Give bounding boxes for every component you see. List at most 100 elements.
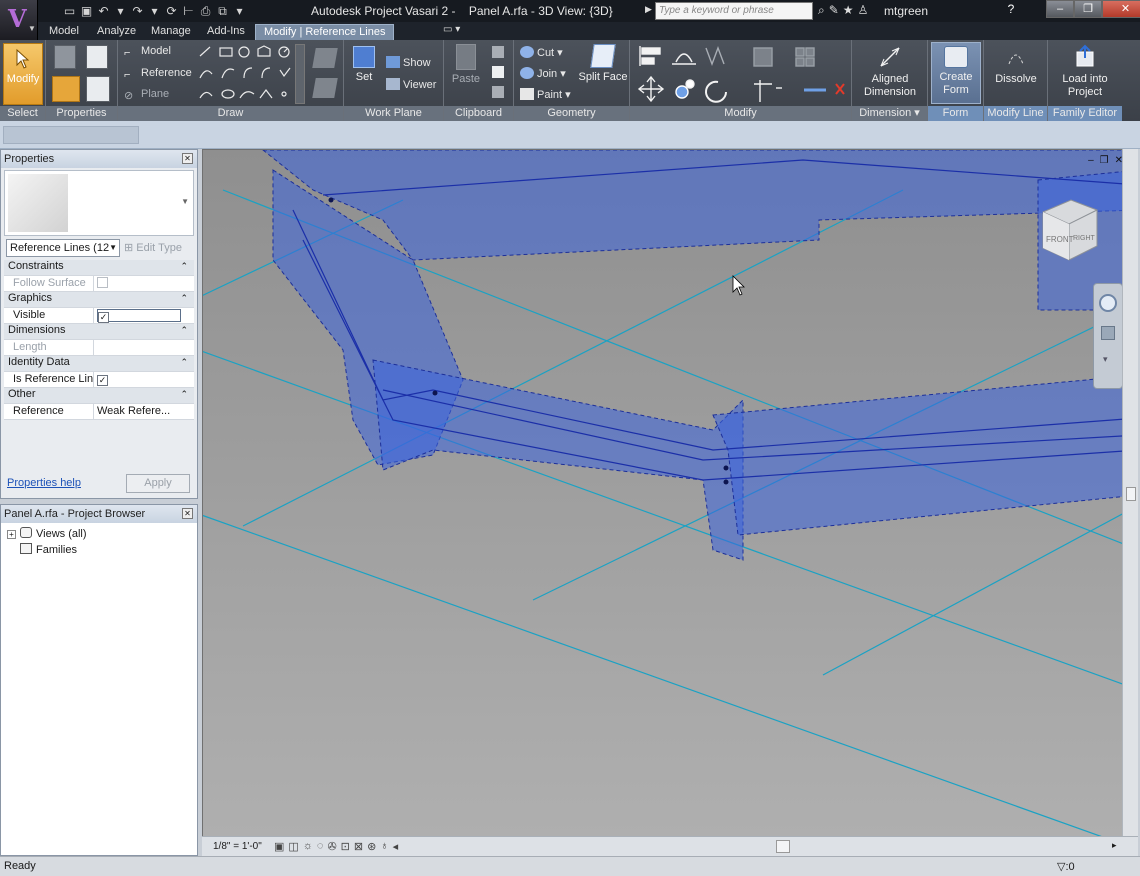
properties-help-link[interactable]: Properties help [7, 477, 81, 489]
measure-icon[interactable]: ⊢ [181, 3, 196, 19]
paint-button[interactable]: Paint ▾ [520, 88, 571, 101]
tree-item-families[interactable]: Families [20, 543, 77, 556]
load-into-project-button[interactable]: Load into Project [1052, 44, 1118, 99]
split-face-button[interactable]: Split Face [578, 44, 628, 84]
collapse-icon[interactable]: ⌃ [180, 293, 188, 304]
collapse-icon[interactable]: ⌃ [180, 261, 188, 272]
draw-model-line-button[interactable]: ⌐ Model [124, 45, 171, 59]
show-work-plane-button[interactable]: Show [386, 56, 431, 69]
horizontal-scroll-thumb[interactable] [776, 840, 790, 853]
render-icon[interactable]: ✇ [327, 840, 336, 853]
model-canvas[interactable] [203, 150, 1138, 856]
join-geometry-button[interactable]: Join ▾ [520, 67, 566, 80]
follow-surface-checkbox[interactable] [97, 277, 108, 288]
scroll-left-icon[interactable]: ◂ [393, 840, 399, 853]
visible-field[interactable]: ✓ [97, 309, 181, 323]
options-bar-field[interactable] [3, 126, 139, 144]
search-expand-icon[interactable]: ▶ [645, 4, 652, 15]
dimension-panel-label[interactable]: Dimension ▾ [852, 106, 927, 121]
customize-qat-icon[interactable]: ▾ [232, 3, 247, 19]
tab-modify-reference-lines[interactable]: Modify | Reference Lines [255, 24, 395, 40]
application-menu-button[interactable]: V ▼ [0, 0, 38, 40]
modify-tools[interactable] [636, 44, 848, 104]
tab-manage[interactable]: Manage [143, 24, 199, 40]
selection-filter-dropdown[interactable]: Reference Lines (12 ▼ [6, 239, 120, 257]
is-reference-line-checkbox[interactable]: ✓ [97, 375, 108, 386]
redo-dropdown-icon[interactable]: ▾ [147, 3, 162, 19]
user-name[interactable]: mtgreen [884, 4, 928, 18]
open-icon[interactable]: ▭ [62, 3, 77, 19]
search-input[interactable]: Type a keyword or phrase [655, 2, 813, 20]
apply-button[interactable]: Apply [126, 474, 190, 493]
reference-value[interactable]: Weak Refere... [94, 404, 194, 419]
sun-path-icon[interactable]: ☼ [303, 840, 313, 853]
modify-button[interactable]: Modify [3, 43, 43, 105]
family-category-icon[interactable] [86, 76, 110, 102]
steering-wheel-icon[interactable] [1099, 294, 1117, 312]
paste-button[interactable]: Paste [450, 44, 482, 86]
gallery-scroll[interactable] [295, 44, 305, 104]
close-icon[interactable]: ✕ [182, 508, 193, 519]
surface-2-icon[interactable] [312, 78, 338, 98]
3d-viewport[interactable]: – ❐ ✕ FRONT RIGHT ▾ [202, 149, 1138, 856]
user-icon[interactable]: ♙ [858, 3, 869, 18]
properties-toggle-icon[interactable] [52, 76, 80, 102]
binoculars-icon[interactable]: ⌕ [818, 3, 825, 18]
detail-level-icon[interactable]: ▣ [274, 840, 284, 853]
visible-checkbox[interactable]: ✓ [98, 312, 109, 323]
switch-windows-icon[interactable]: ⧉ [215, 3, 230, 19]
favorites-star-icon[interactable]: ★ [843, 3, 854, 18]
draw-plane-button[interactable]: ⊘ Plane [124, 88, 169, 102]
viewcube[interactable]: FRONT RIGHT [1037, 194, 1103, 266]
cut-clip-icon[interactable] [492, 46, 504, 58]
copy-icon[interactable] [492, 66, 504, 78]
cut-geometry-button[interactable]: Cut ▾ [520, 46, 563, 59]
zoom-icon[interactable] [1101, 326, 1115, 340]
category-dimensions[interactable]: Dimensions ⌃ [4, 324, 194, 340]
print-icon[interactable]: ⎙ [198, 3, 213, 19]
type-selector-preview[interactable]: ▼ [4, 170, 194, 236]
crop-view-icon[interactable]: ⊡ [341, 840, 350, 853]
shadows-icon[interactable]: ◌ [317, 840, 324, 853]
reveal-hidden-icon[interactable]: ♁ [380, 840, 388, 853]
visual-style-icon[interactable]: ◫ [288, 840, 298, 853]
minimize-icon[interactable]: – [1046, 0, 1074, 18]
family-types-icon[interactable] [86, 45, 108, 69]
ribbon-minimize-toggle[interactable]: ▭ ▾ [443, 24, 460, 35]
draw-reference-line-button[interactable]: ⌐ Reference [124, 67, 192, 81]
viewer-button[interactable]: Viewer [386, 78, 436, 91]
restore-icon[interactable]: ❐ [1100, 155, 1109, 166]
tab-add-ins[interactable]: Add-Ins [199, 24, 253, 40]
tab-model[interactable]: Model [41, 24, 87, 40]
minimize-icon[interactable]: – [1088, 155, 1094, 166]
expand-icon[interactable]: + [7, 530, 16, 539]
draw-tools-gallery[interactable] [196, 44, 306, 104]
vertical-scrollbar[interactable] [1122, 149, 1138, 836]
nav-options-icon[interactable]: ▾ [1103, 354, 1113, 364]
collapse-icon[interactable]: ⌃ [180, 389, 188, 400]
create-form-button[interactable]: Create Form [931, 42, 981, 104]
vertical-scroll-thumb[interactable] [1126, 487, 1136, 501]
category-identity-data[interactable]: Identity Data ⌃ [4, 356, 194, 372]
tab-analyze[interactable]: Analyze [89, 24, 144, 40]
edit-type-button[interactable]: ⊞ Edit Type [124, 241, 182, 254]
set-work-plane-button[interactable]: Set [350, 46, 378, 84]
type-properties-icon[interactable] [54, 45, 76, 69]
selection-filter[interactable]: ▽:0 [1057, 860, 1075, 873]
dissolve-button[interactable]: Dissolve [988, 44, 1044, 86]
match-properties-icon[interactable] [492, 86, 504, 98]
tree-item-views[interactable]: + Views (all) [7, 527, 87, 540]
subscription-icon[interactable]: ✎ [829, 3, 839, 18]
undo-dropdown-icon[interactable]: ▾ [113, 3, 128, 19]
sync-icon[interactable]: ⟳ [164, 3, 179, 19]
close-icon[interactable]: ✕ [182, 153, 193, 164]
surface-icon[interactable] [312, 48, 338, 68]
redo-icon[interactable]: ↷ [130, 3, 145, 19]
temporary-hide-icon[interactable]: ⊛ [367, 840, 376, 853]
category-other[interactable]: Other ⌃ [4, 388, 194, 404]
save-icon[interactable]: ▣ [79, 3, 94, 19]
view-scale[interactable]: 1/8" = 1'-0" [213, 841, 262, 852]
category-constraints[interactable]: Constraints ⌃ [4, 260, 194, 276]
scroll-right-icon[interactable]: ▸ [1112, 840, 1117, 851]
collapse-icon[interactable]: ⌃ [180, 325, 188, 336]
